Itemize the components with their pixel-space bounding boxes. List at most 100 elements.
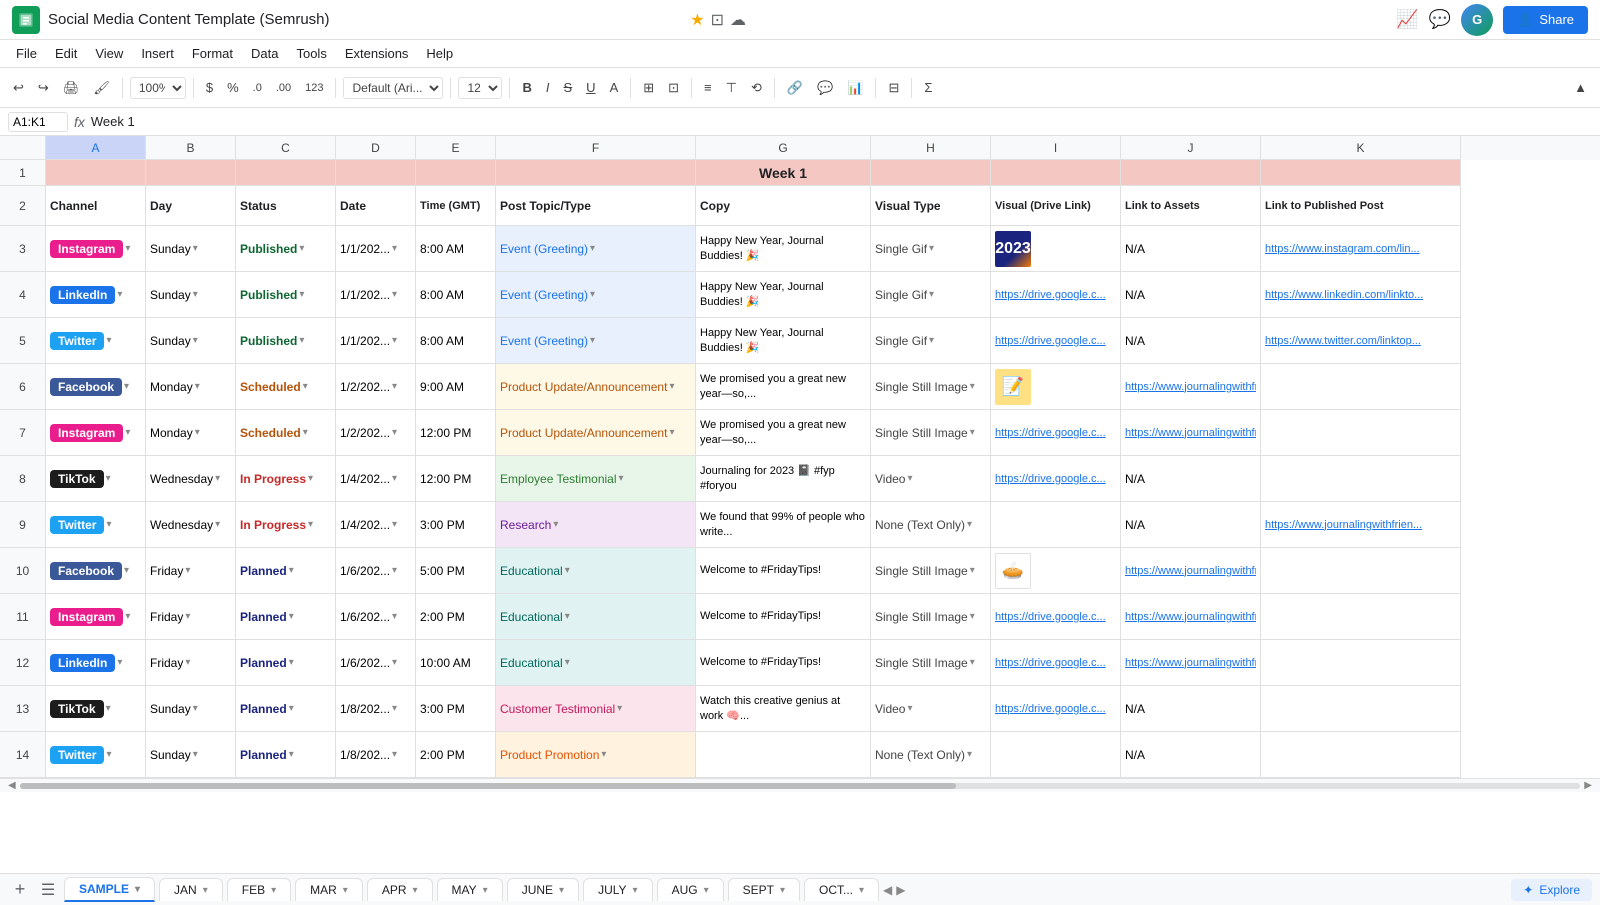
folder-icon[interactable]: ⊡: [711, 10, 724, 30]
published-link[interactable]: https://www.instagram.com/lin...: [1265, 243, 1420, 255]
comment-button[interactable]: 💬: [812, 76, 838, 100]
scroll-right-icon[interactable]: ▶: [896, 883, 905, 897]
day-dropdown-arrow[interactable]: ▾: [195, 381, 200, 392]
visual-type-dropdown-arrow[interactable]: ▾: [929, 289, 934, 300]
visual-type-cell[interactable]: Single Still Image ▾: [871, 364, 991, 410]
type-dropdown-arrow[interactable]: ▾: [590, 243, 595, 254]
visual-link-cell[interactable]: 2023: [991, 226, 1121, 272]
day-cell[interactable]: Friday ▾: [146, 640, 236, 686]
decimal-dec-button[interactable]: .0: [248, 78, 267, 98]
col-header-i[interactable]: I: [991, 136, 1121, 160]
status-cell[interactable]: Planned ▾: [236, 640, 336, 686]
visual-link-cell[interactable]: https://drive.google.c...: [991, 594, 1121, 640]
menu-data[interactable]: Data: [243, 43, 286, 64]
col-header-h[interactable]: H: [871, 136, 991, 160]
day-dropdown-arrow[interactable]: ▾: [195, 427, 200, 438]
channel-cell[interactable]: LinkedIn ▾: [46, 272, 146, 318]
visual-type-cell[interactable]: Single Still Image ▾: [871, 548, 991, 594]
date-dropdown-arrow[interactable]: ▾: [392, 749, 397, 760]
day-cell[interactable]: Sunday ▾: [146, 272, 236, 318]
day-dropdown-arrow[interactable]: ▾: [185, 657, 190, 668]
align-h-button[interactable]: ≡: [699, 76, 717, 99]
day-dropdown-arrow[interactable]: ▾: [185, 611, 190, 622]
type-dropdown-arrow[interactable]: ▾: [669, 381, 674, 392]
channel-dropdown-arrow[interactable]: ▾: [106, 519, 111, 530]
undo-button[interactable]: ↩: [8, 76, 29, 100]
visual-type-cell[interactable]: None (Text Only) ▾: [871, 732, 991, 778]
day-dropdown-arrow[interactable]: ▾: [193, 749, 198, 760]
type-dropdown-arrow[interactable]: ▾: [590, 289, 595, 300]
day-dropdown-arrow[interactable]: ▾: [215, 519, 220, 530]
day-dropdown-arrow[interactable]: ▾: [193, 289, 198, 300]
published-link-cell[interactable]: https://www.instagram.com/lin...: [1261, 226, 1461, 272]
strikethrough-button[interactable]: S: [559, 76, 578, 99]
visual-type-dropdown-arrow[interactable]: ▾: [970, 611, 975, 622]
chart-button[interactable]: 📊: [842, 76, 868, 100]
date-cell[interactable]: 1/4/202... ▾: [336, 456, 416, 502]
published-link-cell[interactable]: https://www.journalingwithfrien...: [1261, 502, 1461, 548]
status-dropdown-arrow[interactable]: ▾: [299, 243, 304, 254]
channel-cell[interactable]: Instagram ▾: [46, 226, 146, 272]
add-sheet-button[interactable]: +: [8, 878, 32, 902]
day-cell[interactable]: Friday ▾: [146, 594, 236, 640]
week-cell[interactable]: [46, 160, 146, 186]
assets-link-cell[interactable]: https://www.journalingwithfrien...: [1121, 594, 1261, 640]
channel-dropdown-arrow[interactable]: ▾: [125, 611, 130, 622]
visual-type-cell[interactable]: Single Gif ▾: [871, 272, 991, 318]
time-cell[interactable]: 9:00 AM: [416, 364, 496, 410]
day-dropdown-arrow[interactable]: ▾: [193, 335, 198, 346]
assets-link[interactable]: https://www.journalingwithfrien...: [1125, 611, 1256, 623]
status-cell[interactable]: In Progress ▾: [236, 456, 336, 502]
day-cell[interactable]: Sunday ▾: [146, 732, 236, 778]
date-dropdown-arrow[interactable]: ▾: [392, 289, 397, 300]
channel-dropdown-arrow[interactable]: ▾: [106, 703, 111, 714]
status-cell[interactable]: Published ▾: [236, 226, 336, 272]
visual-type-dropdown-arrow[interactable]: ▾: [929, 243, 934, 254]
day-dropdown-arrow[interactable]: ▾: [215, 473, 220, 484]
tab-july[interactable]: JULY ▾: [583, 878, 652, 901]
assets-link-cell[interactable]: https://www.journalingwithfrien...: [1121, 548, 1261, 594]
status-cell[interactable]: Planned ▾: [236, 732, 336, 778]
visual-drive-link[interactable]: https://drive.google.c...: [995, 289, 1106, 301]
visual-link-cell[interactable]: https://drive.google.c...: [991, 318, 1121, 364]
channel-cell[interactable]: Instagram ▾: [46, 410, 146, 456]
published-link-cell[interactable]: [1261, 548, 1461, 594]
published-link-cell[interactable]: [1261, 364, 1461, 410]
visual-link-cell[interactable]: https://drive.google.c...: [991, 686, 1121, 732]
copy-cell[interactable]: [696, 732, 871, 778]
text-color-button[interactable]: A: [605, 76, 624, 99]
time-cell[interactable]: 8:00 AM: [416, 226, 496, 272]
decimal-inc-button[interactable]: .00: [271, 78, 296, 98]
date-cell[interactable]: 1/2/202... ▾: [336, 410, 416, 456]
assets-link-cell[interactable]: N/A: [1121, 272, 1261, 318]
visual-link-cell[interactable]: [991, 732, 1121, 778]
published-link[interactable]: https://www.twitter.com/linktop...: [1265, 335, 1421, 347]
tab-feb[interactable]: FEB ▾: [227, 878, 291, 901]
italic-button[interactable]: I: [541, 76, 555, 99]
date-dropdown-arrow[interactable]: ▾: [392, 335, 397, 346]
published-link-cell[interactable]: https://www.twitter.com/linktop...: [1261, 318, 1461, 364]
visual-type-dropdown-arrow[interactable]: ▾: [970, 565, 975, 576]
trend-icon[interactable]: 📈: [1396, 9, 1418, 30]
tab-oct[interactable]: OCT... ▾: [804, 878, 879, 901]
visual-type-cell[interactable]: Single Still Image ▾: [871, 410, 991, 456]
published-link-cell[interactable]: [1261, 732, 1461, 778]
published-link-cell[interactable]: [1261, 410, 1461, 456]
col-header-k[interactable]: K: [1261, 136, 1461, 160]
copy-cell[interactable]: Journaling for 2023 📓 #fyp #foryou: [696, 456, 871, 502]
post-type-cell[interactable]: Customer Testimonial ▾: [496, 686, 696, 732]
status-dropdown-arrow[interactable]: ▾: [303, 381, 308, 392]
menu-extensions[interactable]: Extensions: [337, 43, 417, 64]
post-type-cell[interactable]: Employee Testimonial ▾: [496, 456, 696, 502]
date-cell[interactable]: 1/4/202... ▾: [336, 502, 416, 548]
type-dropdown-arrow[interactable]: ▾: [619, 473, 624, 484]
visual-type-dropdown-arrow[interactable]: ▾: [907, 473, 912, 484]
zoom-select[interactable]: 100%75%150%: [130, 77, 186, 99]
copy-cell[interactable]: Watch this creative genius at work 🧠...: [696, 686, 871, 732]
row-num-13[interactable]: 13: [0, 686, 46, 732]
type-dropdown-arrow[interactable]: ▾: [617, 703, 622, 714]
tab-may[interactable]: MAY ▾: [437, 878, 503, 901]
visual-type-cell[interactable]: Video ▾: [871, 456, 991, 502]
text-rotate-button[interactable]: ⟲: [746, 76, 767, 100]
date-dropdown-arrow[interactable]: ▾: [392, 243, 397, 254]
